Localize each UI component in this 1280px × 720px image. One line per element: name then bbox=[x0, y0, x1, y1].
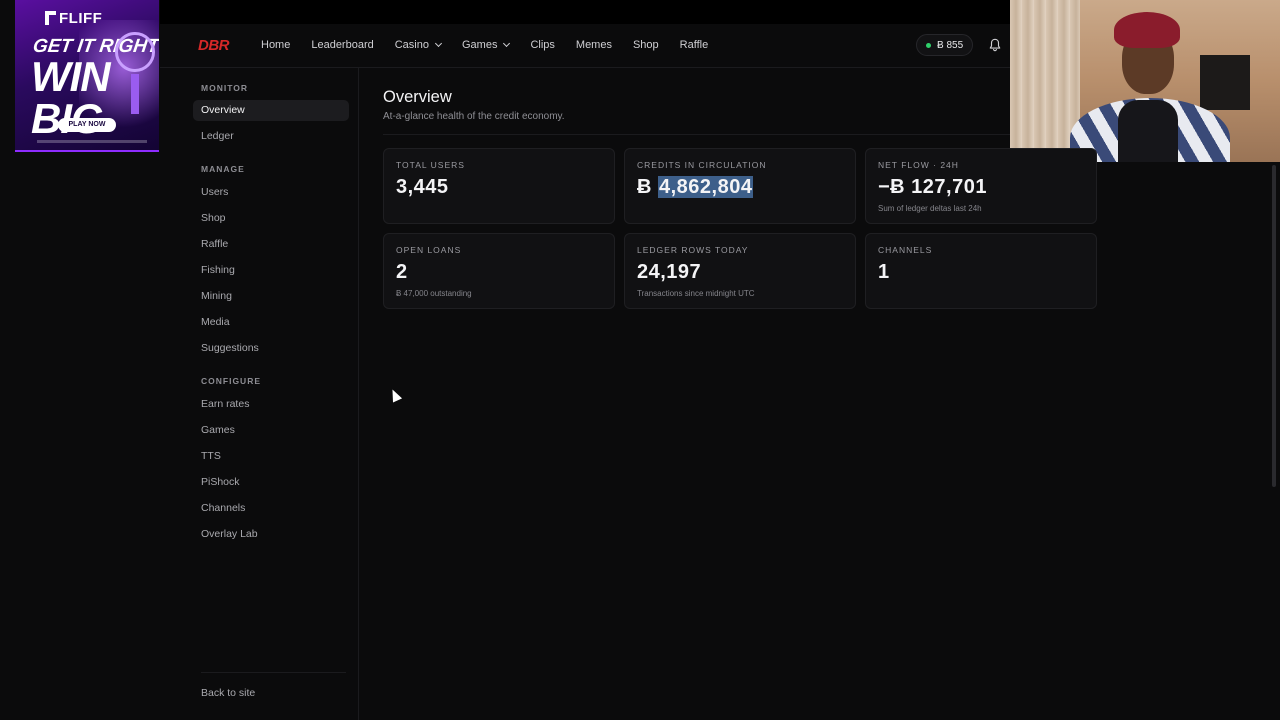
stat-card-credits-in-circulation: CREDITS IN CIRCULATION Ƀ 4,862,804 bbox=[624, 148, 856, 224]
stat-value: 3,445 bbox=[396, 176, 449, 198]
stat-label: TOTAL USERS bbox=[396, 160, 465, 170]
mouse-cursor-icon bbox=[387, 387, 403, 403]
nav-memes[interactable]: Memes bbox=[576, 39, 612, 51]
stat-value: 1 bbox=[878, 261, 890, 283]
back-to-site-link[interactable]: Back to site bbox=[201, 687, 255, 699]
section-manage: MANAGE bbox=[201, 164, 245, 174]
trophy-stem bbox=[131, 74, 139, 114]
stat-label: LEDGER ROWS TODAY bbox=[637, 245, 749, 255]
sidebar-item-channels[interactable]: Channels bbox=[201, 502, 245, 514]
webcam-overlay bbox=[1010, 0, 1280, 162]
nav-leaderboard-label: Leaderboard bbox=[311, 39, 374, 51]
stat-label: OPEN LOANS bbox=[396, 245, 462, 255]
page-scrollbar[interactable] bbox=[1272, 165, 1276, 487]
sidebar-item-mining[interactable]: Mining bbox=[201, 290, 232, 302]
sidebar-item-suggestions[interactable]: Suggestions bbox=[201, 342, 259, 354]
sidebar-item-tts[interactable]: TTS bbox=[201, 450, 221, 462]
page-title: Overview bbox=[383, 88, 452, 106]
stat-card-channels: CHANNELS 1 bbox=[865, 233, 1097, 309]
sidebar-item-earn-rates[interactable]: Earn rates bbox=[201, 398, 249, 410]
nav-clips-label: Clips bbox=[530, 39, 555, 51]
credit-balance-badge[interactable]: Ƀ 855 bbox=[916, 34, 974, 56]
sidebar-item-overlay-lab[interactable]: Overlay Lab bbox=[201, 528, 258, 540]
top-nav: DBR Home Leaderboard Casino Games Clips … bbox=[160, 24, 1010, 68]
chevron-down-icon bbox=[503, 39, 511, 48]
sidebar-item-games[interactable]: Games bbox=[201, 424, 235, 436]
sidebar-item-pishock[interactable]: PiShock bbox=[201, 476, 240, 488]
top-strip bbox=[160, 0, 1010, 24]
fliff-logo-icon bbox=[45, 11, 56, 25]
nav-links: Home Leaderboard Casino Games Clips Meme… bbox=[261, 39, 729, 51]
sidebar-item-media[interactable]: Media bbox=[201, 316, 230, 328]
stat-card-total-users: TOTAL USERS 3,445 bbox=[383, 148, 615, 224]
stat-value: −Ƀ 127,701 bbox=[878, 176, 987, 198]
sidebar-item-users[interactable]: Users bbox=[201, 186, 228, 198]
admin-sidebar: MONITOR Overview Ledger MANAGE Users Sho… bbox=[186, 68, 359, 720]
stat-value: 2 bbox=[396, 261, 408, 283]
header-divider bbox=[383, 134, 1010, 135]
stat-card-ledger-rows-today: LEDGER ROWS TODAY 24,197 Transactions si… bbox=[624, 233, 856, 309]
nav-games-label: Games bbox=[461, 39, 498, 51]
nav-casino[interactable]: Casino bbox=[394, 39, 443, 51]
fliff-ad[interactable]: FLIFF GET IT RIGHT WIN BIG PLAY NOW bbox=[15, 0, 159, 152]
sidebar-item-shop[interactable]: Shop bbox=[201, 212, 226, 224]
ad-fine-print bbox=[37, 140, 147, 143]
stat-label: CHANNELS bbox=[878, 245, 933, 255]
sidebar-divider bbox=[201, 672, 346, 673]
selected-stat-value: 4,862,804 bbox=[658, 176, 754, 198]
nav-shop-label: Shop bbox=[632, 39, 659, 51]
nav-memes-label: Memes bbox=[575, 39, 612, 51]
stat-value: Ƀ 4,862,804 bbox=[637, 176, 754, 199]
site-logo[interactable]: DBR bbox=[198, 37, 230, 54]
nav-casino-label: Casino bbox=[394, 39, 429, 51]
section-monitor: MONITOR bbox=[201, 83, 248, 93]
nav-games[interactable]: Games bbox=[461, 39, 511, 51]
stat-label: CREDITS IN CIRCULATION bbox=[637, 160, 767, 170]
nav-clips[interactable]: Clips bbox=[530, 39, 554, 51]
stat-label: NET FLOW · 24H bbox=[878, 160, 959, 170]
stat-card-net-flow: NET FLOW · 24H −Ƀ 127,701 Sum of ledger … bbox=[865, 148, 1097, 224]
credit-balance-value: Ƀ 855 bbox=[937, 39, 964, 51]
cam-tv bbox=[1200, 55, 1250, 110]
stat-note: Transactions since midnight UTC bbox=[637, 289, 755, 298]
nav-leaderboard[interactable]: Leaderboard bbox=[311, 39, 373, 51]
page: FLIFF GET IT RIGHT WIN BIG PLAY NOW DBR … bbox=[0, 0, 1280, 720]
cam-person-shirt bbox=[1118, 100, 1178, 162]
section-configure: CONFIGURE bbox=[201, 376, 261, 386]
sidebar-item-overview[interactable]: Overview bbox=[193, 100, 349, 121]
cam-person-hair bbox=[1114, 12, 1180, 48]
stat-note: Sum of ledger deltas last 24h bbox=[878, 204, 982, 213]
sidebar-item-raffle[interactable]: Raffle bbox=[201, 238, 228, 250]
online-status-dot bbox=[926, 42, 931, 48]
stat-value-prefix: Ƀ bbox=[637, 176, 658, 198]
stat-note: Ƀ 47,000 outstanding bbox=[396, 289, 472, 298]
ad-play-now-button[interactable]: PLAY NOW bbox=[58, 118, 116, 132]
stat-card-open-loans: OPEN LOANS 2 Ƀ 47,000 outstanding bbox=[383, 233, 615, 309]
ad-brand: FLIFF bbox=[59, 10, 103, 27]
stat-value: 24,197 bbox=[637, 261, 702, 283]
bell-icon[interactable] bbox=[988, 38, 1002, 52]
nav-home-label: Home bbox=[261, 39, 291, 51]
sidebar-item-fishing[interactable]: Fishing bbox=[201, 264, 235, 276]
page-subtitle: At-a-glance health of the credit economy… bbox=[383, 111, 565, 122]
trophy-icon bbox=[115, 32, 155, 72]
nav-raffle[interactable]: Raffle bbox=[680, 39, 709, 51]
nav-raffle-label: Raffle bbox=[679, 39, 709, 51]
sidebar-item-ledger[interactable]: Ledger bbox=[201, 130, 234, 142]
nav-home[interactable]: Home bbox=[261, 39, 290, 51]
nav-shop[interactable]: Shop bbox=[633, 39, 659, 51]
chevron-down-icon bbox=[434, 39, 443, 48]
